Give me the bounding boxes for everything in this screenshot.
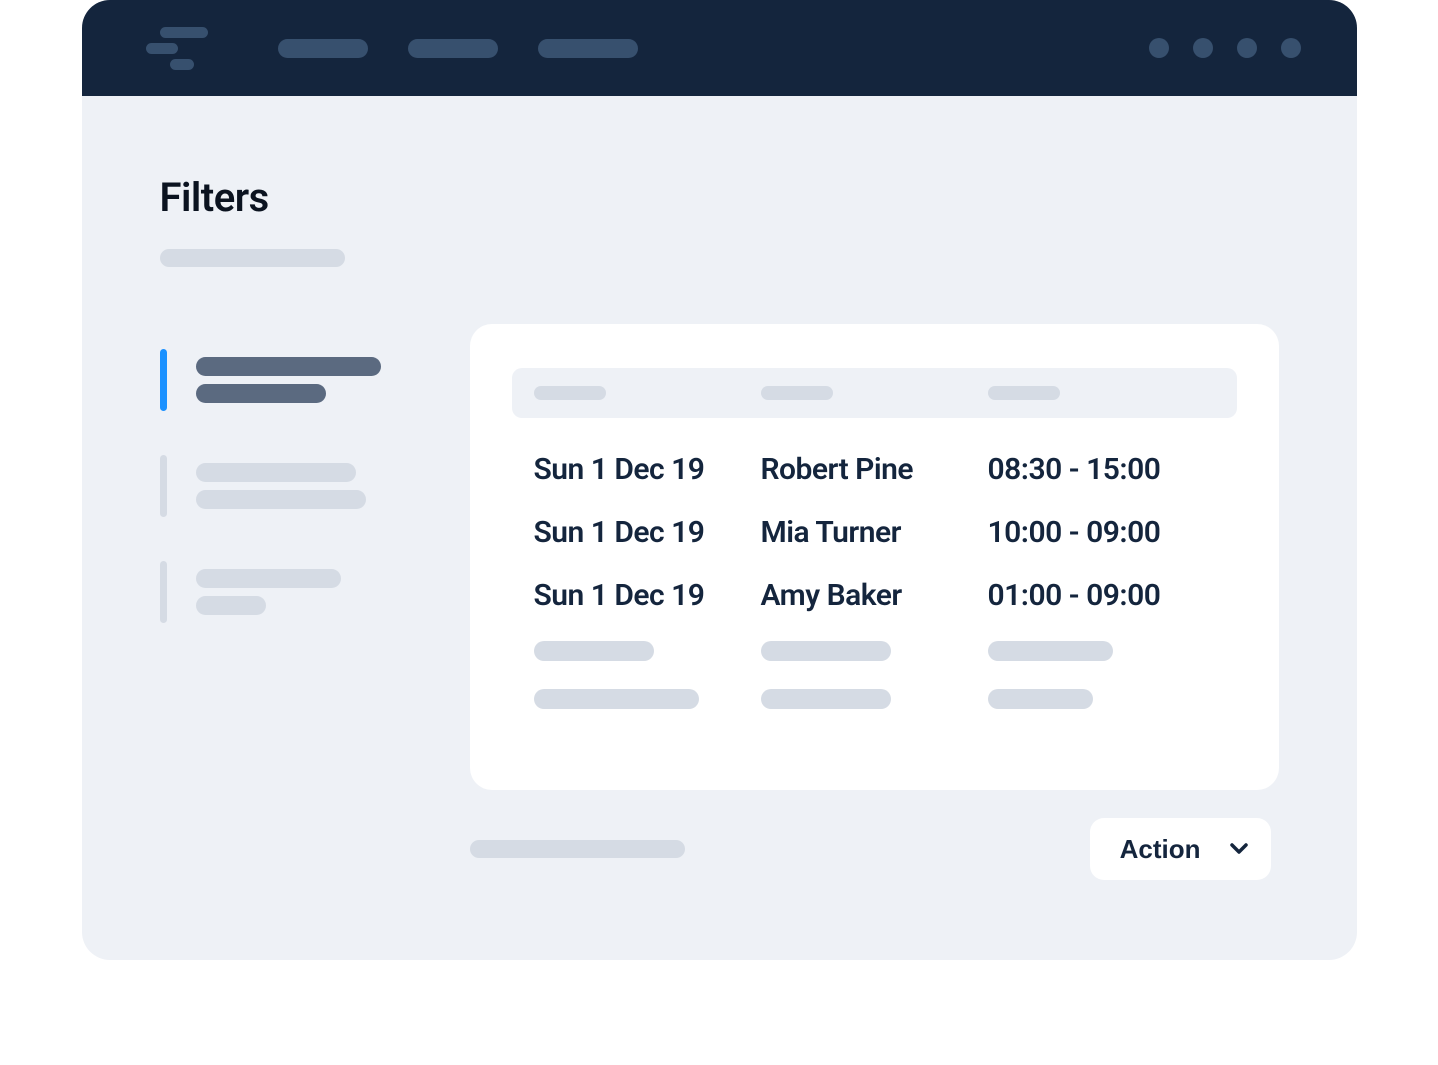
main-area: Sun 1 Dec 19 Robert Pine 08:30 - 15:00 S… xyxy=(470,174,1279,880)
filter-item xyxy=(196,569,341,588)
placeholder-cell xyxy=(534,641,654,661)
filter-group-active[interactable] xyxy=(160,357,430,403)
chevron-down-icon xyxy=(1229,839,1249,859)
nav-item[interactable] xyxy=(408,39,498,58)
nav-items xyxy=(278,39,638,58)
placeholder-cell xyxy=(988,641,1113,661)
table-body: Sun 1 Dec 19 Robert Pine 08:30 - 15:00 S… xyxy=(512,452,1237,709)
cell-date: Sun 1 Dec 19 xyxy=(534,452,761,487)
cell-name: Amy Baker xyxy=(761,578,988,613)
topbar-action-icon[interactable] xyxy=(1237,38,1257,58)
cell-time: 08:30 - 15:00 xyxy=(988,452,1215,487)
column-header-placeholder xyxy=(534,386,606,400)
logo-icon xyxy=(160,27,208,70)
page-title: Filters xyxy=(160,174,430,221)
sidebar: Filters xyxy=(160,174,430,880)
action-button[interactable]: Action xyxy=(1090,818,1271,880)
placeholder-row xyxy=(534,641,1215,661)
nav-item[interactable] xyxy=(538,39,638,58)
column-header-placeholder xyxy=(761,386,833,400)
action-button-label: Action xyxy=(1120,834,1201,865)
nav-item[interactable] xyxy=(278,39,368,58)
placeholder-cell xyxy=(988,689,1093,709)
cell-date: Sun 1 Dec 19 xyxy=(534,578,761,613)
filter-item xyxy=(196,357,381,376)
topbar-left xyxy=(160,27,638,70)
column-header-placeholder xyxy=(988,386,1060,400)
filter-group[interactable] xyxy=(160,569,430,615)
topbar-action-icon[interactable] xyxy=(1193,38,1213,58)
placeholder-cell xyxy=(761,689,891,709)
placeholder-cell xyxy=(534,689,699,709)
filter-item xyxy=(196,384,326,403)
placeholder-row xyxy=(534,689,1215,709)
topbar-action-icon[interactable] xyxy=(1149,38,1169,58)
table-row[interactable]: Sun 1 Dec 19 Robert Pine 08:30 - 15:00 xyxy=(534,452,1215,487)
cell-name: Robert Pine xyxy=(761,452,988,487)
subtitle-placeholder xyxy=(160,249,345,267)
cell-time: 10:00 - 09:00 xyxy=(988,515,1215,550)
topbar xyxy=(82,0,1357,96)
card: Sun 1 Dec 19 Robert Pine 08:30 - 15:00 S… xyxy=(470,324,1279,790)
app-frame: Filters xyxy=(82,0,1357,960)
table-row[interactable]: Sun 1 Dec 19 Amy Baker 01:00 - 09:00 xyxy=(534,578,1215,613)
filter-item xyxy=(196,596,266,615)
table-header xyxy=(512,368,1237,418)
card-footer: Action xyxy=(470,818,1279,880)
cell-time: 01:00 - 09:00 xyxy=(988,578,1215,613)
cell-name: Mia Turner xyxy=(761,515,988,550)
topbar-actions xyxy=(1149,38,1301,58)
cell-date: Sun 1 Dec 19 xyxy=(534,515,761,550)
footer-placeholder xyxy=(470,840,685,858)
filter-item xyxy=(196,463,356,482)
filter-item xyxy=(196,490,366,509)
content: Filters xyxy=(82,96,1357,880)
table-row[interactable]: Sun 1 Dec 19 Mia Turner 10:00 - 09:00 xyxy=(534,515,1215,550)
filter-group[interactable] xyxy=(160,463,430,509)
topbar-action-icon[interactable] xyxy=(1281,38,1301,58)
placeholder-cell xyxy=(761,641,891,661)
